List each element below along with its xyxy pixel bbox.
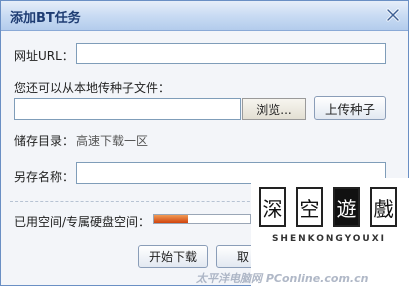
url-label: 网址URL：: [14, 49, 74, 63]
dialog-titlebar: 添加BT任务: [1, 1, 408, 31]
upload-torrent-button[interactable]: 上传种子: [314, 96, 386, 120]
close-icon[interactable]: [384, 6, 402, 24]
space-label: 已用空间/专属硬盘空间：: [14, 215, 151, 229]
section-divider: [10, 201, 260, 202]
watermark-char-4: 戲: [370, 187, 397, 227]
watermark-latin-text: SHENKONGYOUXI: [271, 234, 387, 244]
save-as-label: 另存名称：: [14, 170, 75, 184]
start-download-button[interactable]: 开始下载: [138, 245, 208, 268]
storage-dir-value: 高速下载一区: [76, 134, 149, 148]
site-watermark-text: 太平洋电脑网 PConline.com.cn: [196, 272, 369, 285]
close-x-icon: [386, 8, 400, 22]
browse-button[interactable]: 浏览...: [242, 98, 306, 120]
local-upload-label: 您还可以从本地传种子文件：: [14, 81, 171, 95]
watermark-char-2: 空: [296, 187, 323, 227]
dialog-title: 添加BT任务: [10, 11, 81, 26]
watermark-char-1: 深: [259, 187, 286, 227]
torrent-file-path-input[interactable]: [14, 98, 241, 120]
storage-dir-label: 储存目录：: [14, 134, 75, 148]
watermark-char-3: 遊: [333, 187, 360, 227]
url-input[interactable]: [76, 43, 386, 64]
